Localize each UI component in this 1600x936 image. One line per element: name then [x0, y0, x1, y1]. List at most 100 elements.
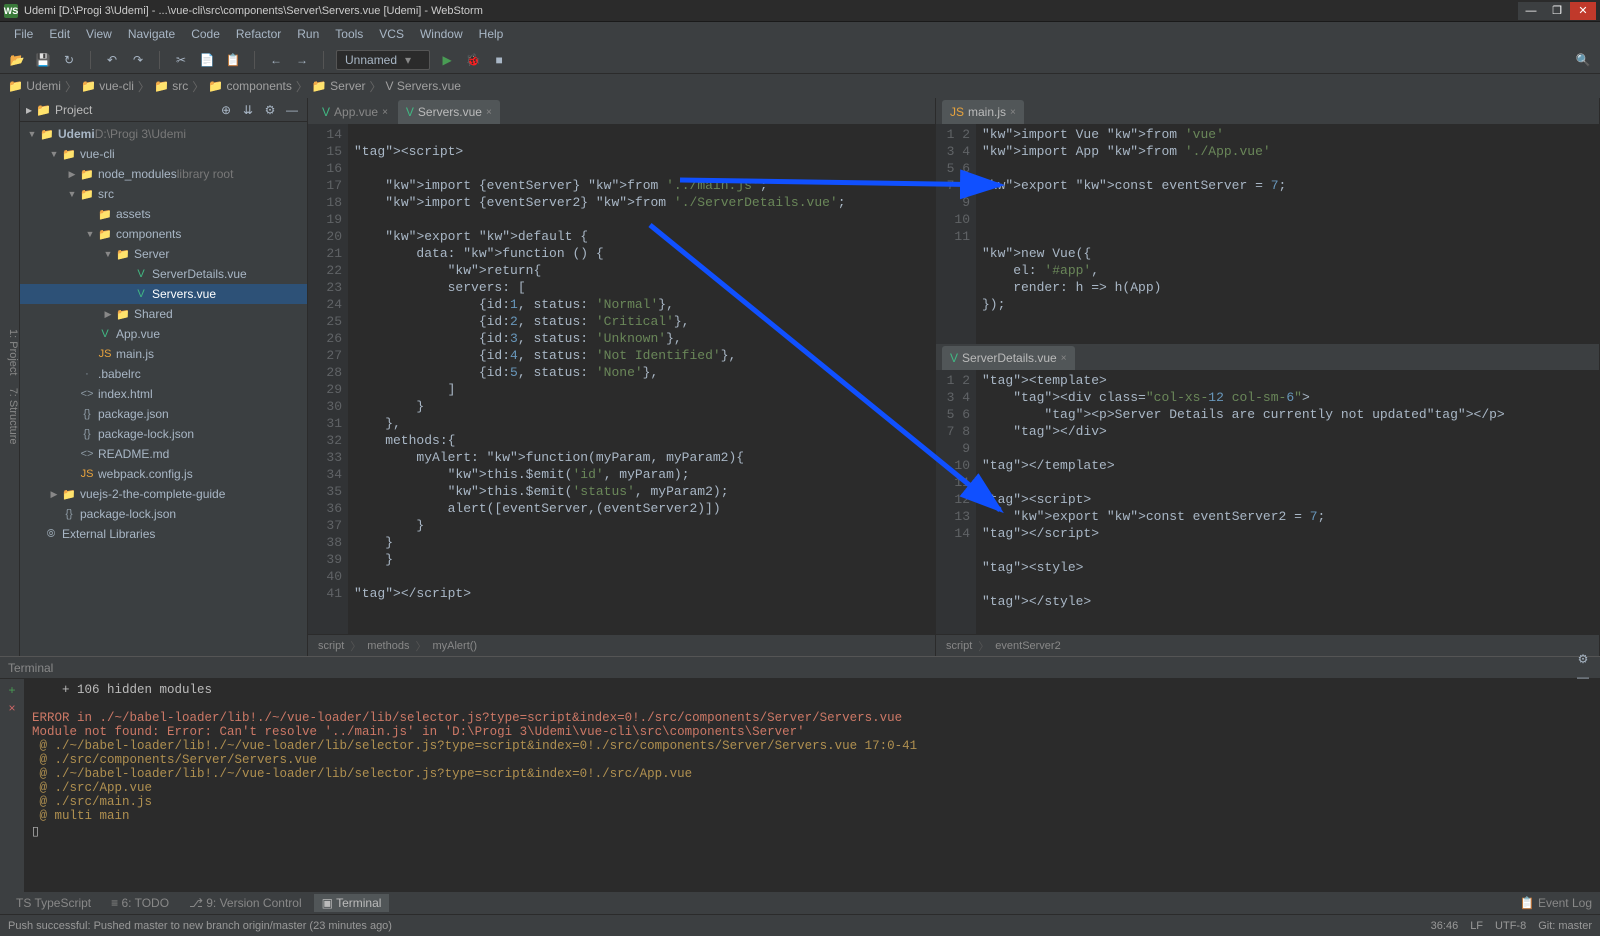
code-crumb[interactable]: script — [946, 640, 972, 652]
open-icon[interactable]: 📂 — [8, 51, 26, 69]
sync-icon[interactable]: ↻ — [60, 51, 78, 69]
terminal-output[interactable]: + 106 hidden modules ERROR in ./~/babel-… — [24, 679, 1600, 892]
editor-left: VApp.vue×VServers.vue× 14 15 16 17 18 19… — [308, 98, 936, 656]
menu-navigate[interactable]: Navigate — [122, 25, 181, 43]
forward-icon[interactable]: → — [293, 51, 311, 69]
minimize-button[interactable]: — — [1518, 2, 1544, 20]
tree-item[interactable]: ▼📁components — [20, 224, 307, 244]
stop-icon[interactable]: ■ — [490, 51, 508, 69]
tree-item[interactable]: ▶📁vuejs-2-the-complete-guide — [20, 484, 307, 504]
code-crumb[interactable]: methods — [367, 640, 409, 652]
project-panel-icon: 📁 — [36, 103, 51, 117]
terminal-add-icon[interactable]: + — [8, 683, 15, 697]
tree-item[interactable]: ▼📁src — [20, 184, 307, 204]
toolbar: 📂 💾 ↻ ↶ ↷ ✂ 📄 📋 ← → Unnamed ▾ ▶ 🐞 ■ 🔍 — [0, 46, 1600, 74]
event-log-button[interactable]: 📋 Event Log — [1520, 896, 1592, 910]
menu-tools[interactable]: Tools — [329, 25, 369, 43]
menu-edit[interactable]: Edit — [43, 25, 76, 43]
bottom-tool-tabs: TS TypeScript≡ 6: TODO⎇ 9: Version Contr… — [0, 892, 1600, 914]
menu-help[interactable]: Help — [473, 25, 510, 43]
breadcrumb-item[interactable]: V Servers.vue — [386, 79, 461, 93]
status-item[interactable]: 36:46 — [1431, 920, 1459, 932]
tree-item[interactable]: 📁assets — [20, 204, 307, 224]
navigation-bar: 📁 Udemi〉📁 vue-cli〉📁 src〉📁 components〉📁 S… — [0, 74, 1600, 98]
project-panel: ▸ 📁 Project ⊕ ⇊ ⚙ — ▼📁Udemi D:\Progi 3\Ude… — [20, 98, 308, 656]
menu-view[interactable]: View — [80, 25, 118, 43]
project-panel-title: Project — [55, 103, 92, 117]
copy-icon[interactable]: 📄 — [198, 51, 216, 69]
tree-item[interactable]: VApp.vue — [20, 324, 307, 344]
search-icon[interactable]: 🔍 — [1574, 51, 1592, 69]
maximize-button[interactable]: ❐ — [1544, 2, 1570, 20]
menu-window[interactable]: Window — [414, 25, 469, 43]
bottom-tab[interactable]: TS TypeScript — [8, 894, 99, 912]
bottom-tab[interactable]: ▣ Terminal — [314, 894, 390, 912]
breadcrumb-item[interactable]: 📁 vue-cli — [81, 79, 134, 93]
project-panel-arrow[interactable]: ▸ — [26, 103, 32, 117]
collapse-icon[interactable]: ⇊ — [239, 101, 257, 119]
menu-refactor[interactable]: Refactor — [230, 25, 287, 43]
locate-icon[interactable]: ⊕ — [217, 101, 235, 119]
terminal-close-icon[interactable]: × — [8, 701, 15, 715]
tree-item[interactable]: {}package-lock.json — [20, 424, 307, 444]
cut-icon[interactable]: ✂ — [172, 51, 190, 69]
breadcrumb-item[interactable]: 📁 Server — [312, 79, 366, 93]
tree-item[interactable]: <>index.html — [20, 384, 307, 404]
gear-icon[interactable]: ⚙ — [261, 101, 279, 119]
tree-item[interactable]: {}package.json — [20, 404, 307, 424]
editor-right: JSmain.js× 1 2 3 4 5 6 7 8 9 10 11 "kw">… — [936, 98, 1600, 656]
breadcrumb-item[interactable]: 📁 Udemi — [8, 79, 61, 93]
code-crumb[interactable]: myAlert() — [432, 640, 477, 652]
tree-item[interactable]: {}package-lock.json — [20, 504, 307, 524]
terminal-panel: Terminal ⚙ — + × + 106 hidden modules ER… — [0, 656, 1600, 892]
terminal-gear-icon[interactable]: ⚙ — [1574, 650, 1592, 668]
status-item[interactable]: Git: master — [1538, 920, 1592, 932]
debug-icon[interactable]: 🐞 — [464, 51, 482, 69]
run-config-selector[interactable]: Unnamed ▾ — [336, 50, 430, 70]
bottom-tab[interactable]: ≡ 6: TODO — [103, 894, 177, 912]
bottom-tab[interactable]: ⎇ 9: Version Control — [181, 894, 310, 912]
back-icon[interactable]: ← — [267, 51, 285, 69]
undo-icon[interactable]: ↶ — [103, 51, 121, 69]
editor-tab[interactable]: VServers.vue× — [398, 100, 500, 124]
tree-item[interactable]: <>README.md — [20, 444, 307, 464]
save-icon[interactable]: 💾 — [34, 51, 52, 69]
tree-item[interactable]: JSwebpack.config.js — [20, 464, 307, 484]
tree-item[interactable]: ▼📁Server — [20, 244, 307, 264]
status-message: Push successful: Pushed master to new br… — [8, 920, 392, 932]
breadcrumb-item[interactable]: 📁 src — [154, 79, 188, 93]
code-editor-servers[interactable]: 14 15 16 17 18 19 20 21 22 23 24 25 26 2… — [308, 124, 935, 634]
menu-vcs[interactable]: VCS — [373, 25, 410, 43]
tree-item[interactable]: ·.babelrc — [20, 364, 307, 384]
tree-item[interactable]: ▶📁node_modules library root — [20, 164, 307, 184]
menu-file[interactable]: File — [8, 25, 39, 43]
run-icon[interactable]: ▶ — [438, 51, 456, 69]
code-crumb[interactable]: script — [318, 640, 344, 652]
tree-root[interactable]: ▼📁Udemi D:\Progi 3\Udemi — [20, 124, 307, 144]
breadcrumb-item[interactable]: 📁 components — [208, 79, 292, 93]
code-editor-serverdetails[interactable]: 1 2 3 4 5 6 7 8 9 10 11 12 13 14 "tag"><… — [936, 370, 1599, 634]
redo-icon[interactable]: ↷ — [129, 51, 147, 69]
menu-run[interactable]: Run — [291, 25, 325, 43]
window-title: WS Udemi [D:\Progi 3\Udemi] - ...\vue-cl… — [4, 4, 483, 18]
status-bar: Push successful: Pushed master to new br… — [0, 914, 1600, 936]
editor-tab[interactable]: VApp.vue× — [314, 100, 396, 124]
tree-item[interactable]: VServerDetails.vue — [20, 264, 307, 284]
tree-item[interactable]: ▼📁vue-cli — [20, 144, 307, 164]
tree-item[interactable]: JSmain.js — [20, 344, 307, 364]
tree-item[interactable]: VServers.vue — [20, 284, 307, 304]
window-controls: — ❐ ✕ — [1518, 2, 1596, 20]
status-item[interactable]: UTF-8 — [1495, 920, 1526, 932]
editor-tab[interactable]: JSmain.js× — [942, 100, 1024, 124]
paste-icon[interactable]: 📋 — [224, 51, 242, 69]
hide-icon[interactable]: — — [283, 101, 301, 119]
editor-tab[interactable]: VServerDetails.vue× — [942, 346, 1075, 370]
close-button[interactable]: ✕ — [1570, 2, 1596, 20]
menu-code[interactable]: Code — [185, 25, 226, 43]
code-crumb[interactable]: eventServer2 — [995, 640, 1060, 652]
code-editor-main[interactable]: 1 2 3 4 5 6 7 8 9 10 11 "kw">import Vue … — [936, 124, 1599, 344]
status-item[interactable]: LF — [1470, 920, 1483, 932]
tree-item[interactable]: ⦾External Libraries — [20, 524, 307, 544]
tree-item[interactable]: ▶📁Shared — [20, 304, 307, 324]
left-stripe[interactable]: 1: Project 7: Structure — [0, 98, 20, 656]
